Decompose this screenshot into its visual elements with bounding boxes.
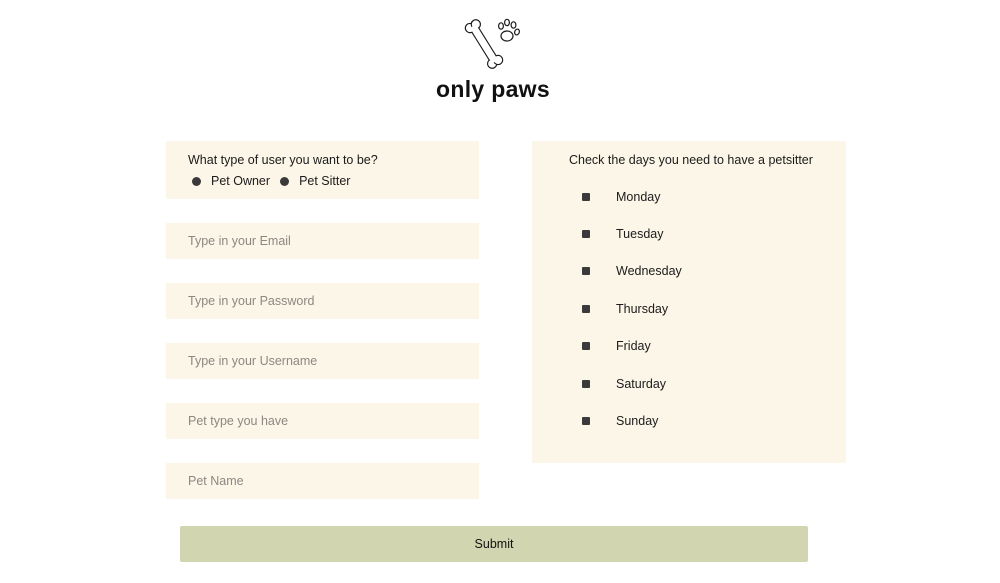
checkbox-tuesday[interactable] bbox=[582, 230, 590, 238]
brand-name: only paws bbox=[436, 76, 550, 102]
user-type-question: What type of user you want to be? bbox=[188, 153, 378, 167]
submit-button[interactable]: Submit bbox=[180, 526, 808, 562]
day-label-monday[interactable]: Monday bbox=[616, 190, 660, 204]
day-thursday[interactable]: Thursday bbox=[582, 302, 668, 316]
day-wednesday[interactable]: Wednesday bbox=[582, 264, 682, 278]
radio-pet-sitter[interactable] bbox=[280, 176, 290, 186]
logo bbox=[0, 14, 986, 81]
pet-type-field[interactable] bbox=[166, 403, 479, 439]
radio-pet-sitter-label[interactable]: Pet Sitter bbox=[299, 174, 350, 188]
bone-and-paw-icon bbox=[464, 18, 520, 69]
day-label-sunday[interactable]: Sunday bbox=[616, 414, 658, 428]
day-sunday[interactable]: Sunday bbox=[582, 414, 658, 428]
day-label-wednesday[interactable]: Wednesday bbox=[616, 264, 682, 278]
user-type-options: Pet Owner Pet Sitter bbox=[192, 174, 360, 188]
checkbox-friday[interactable] bbox=[582, 342, 590, 350]
day-label-saturday[interactable]: Saturday bbox=[616, 377, 666, 391]
day-tuesday[interactable]: Tuesday bbox=[582, 227, 663, 241]
checkbox-sunday[interactable] bbox=[582, 417, 590, 425]
email-field[interactable] bbox=[166, 223, 479, 259]
day-label-tuesday[interactable]: Tuesday bbox=[616, 227, 663, 241]
username-field[interactable] bbox=[166, 343, 479, 379]
user-type-panel: What type of user you want to be? Pet Ow… bbox=[166, 141, 479, 199]
day-label-friday[interactable]: Friday bbox=[616, 339, 651, 353]
checkbox-wednesday[interactable] bbox=[582, 267, 590, 275]
radio-pet-owner[interactable] bbox=[192, 176, 201, 186]
day-label-thursday[interactable]: Thursday bbox=[616, 302, 668, 316]
day-saturday[interactable]: Saturday bbox=[582, 377, 666, 391]
password-field[interactable] bbox=[166, 283, 479, 319]
days-question: Check the days you need to have a petsit… bbox=[569, 153, 813, 167]
pet-name-field[interactable] bbox=[166, 463, 479, 499]
day-friday[interactable]: Friday bbox=[582, 339, 651, 353]
day-monday[interactable]: Monday bbox=[582, 190, 660, 204]
radio-pet-owner-label[interactable]: Pet Owner bbox=[211, 174, 270, 188]
checkbox-monday[interactable] bbox=[582, 193, 590, 201]
checkbox-saturday[interactable] bbox=[582, 380, 590, 388]
checkbox-thursday[interactable] bbox=[582, 305, 590, 313]
signup-page: only paws What type of user you want to … bbox=[0, 0, 1000, 583]
days-panel: Check the days you need to have a petsit… bbox=[532, 141, 846, 463]
